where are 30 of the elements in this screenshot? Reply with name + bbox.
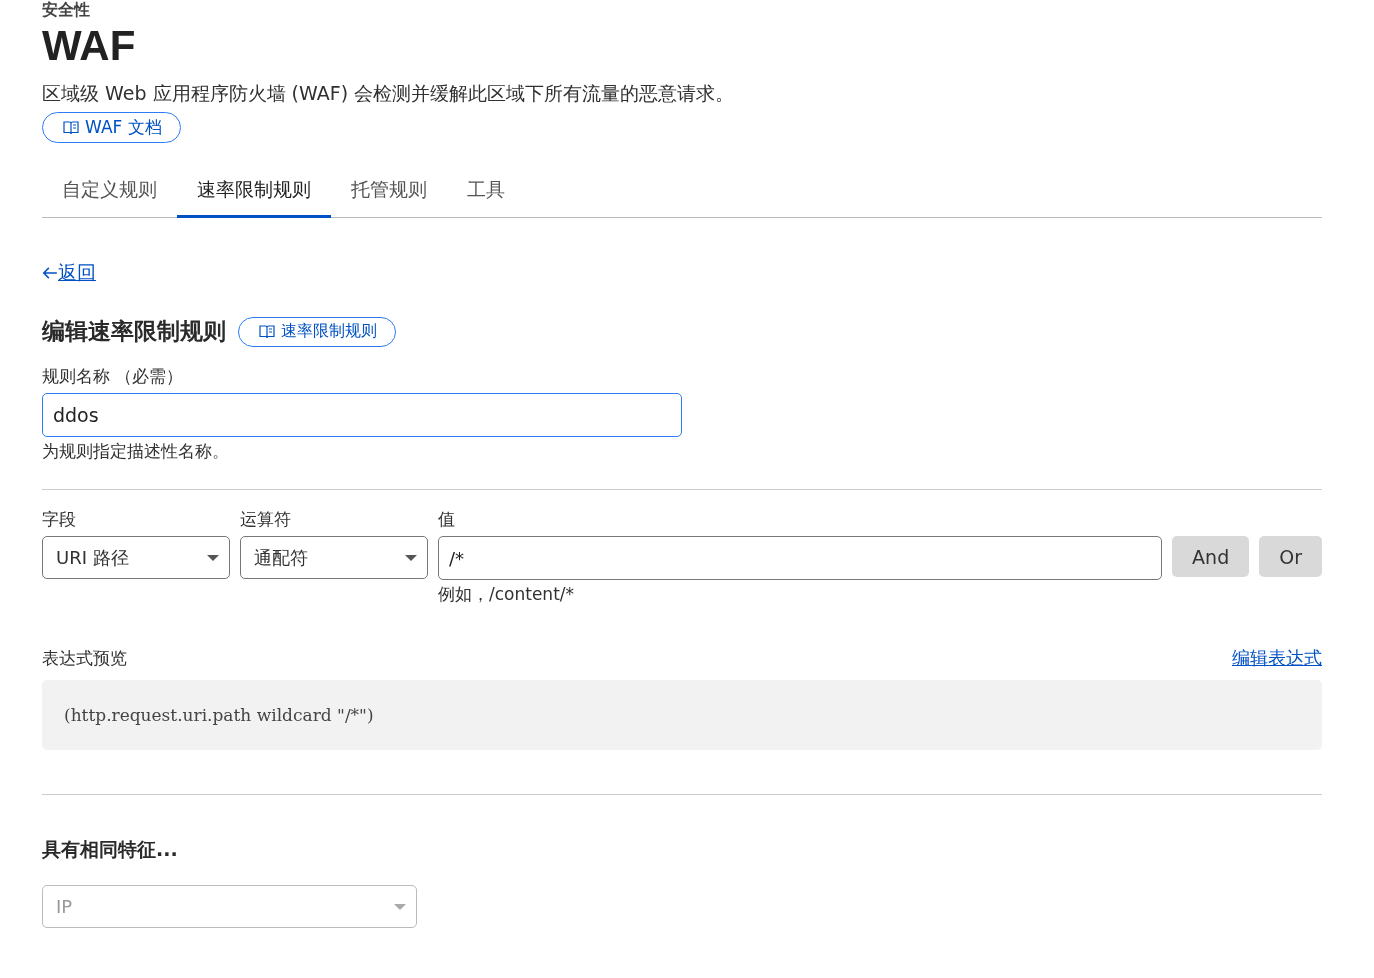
field-hint: 例如，/content/* bbox=[438, 583, 576, 606]
expression-preview: (http.request.uri.path wildcard "/*") bbox=[42, 680, 1322, 750]
rule-name-field[interactable]: ddos bbox=[42, 393, 682, 437]
tab[interactable]: 速率限制规则 bbox=[177, 177, 331, 218]
docs-button[interactable]: 速率限制规则 bbox=[238, 316, 396, 347]
logic-button[interactable]: Or bbox=[1259, 536, 1322, 577]
page-description: 区域级 Web 应用程序防火墙 (WAF) 会检测并缓解此区域下所有流量的恶意请求。 bbox=[42, 81, 736, 106]
field-label: 规则名称 （必需） bbox=[42, 365, 185, 387]
back-link[interactable]: 返回 bbox=[58, 260, 96, 286]
edit-expression-link[interactable]: 编辑表达式 bbox=[1232, 646, 1322, 670]
book-icon bbox=[63, 120, 79, 135]
section-title: 编辑速率限制规则 bbox=[42, 317, 226, 346]
preview-label: 表达式预览 bbox=[42, 646, 127, 670]
field-label: 运算符 bbox=[240, 508, 292, 530]
section-title: 具有相同特征... bbox=[42, 837, 179, 862]
operator-dropdown[interactable]: 通配符 bbox=[240, 536, 428, 579]
tab[interactable]: 托管规则 bbox=[331, 177, 447, 218]
tab[interactable]: 自定义规则 bbox=[42, 177, 177, 218]
tab[interactable]: 工具 bbox=[447, 177, 525, 218]
field-hint: 为规则指定描述性名称。 bbox=[42, 440, 230, 463]
logic-button[interactable]: And bbox=[1172, 536, 1250, 577]
field-dropdown[interactable]: URI 路径 bbox=[42, 536, 230, 579]
page-title: WAF bbox=[42, 24, 137, 68]
docs-button[interactable]: WAF 文档 bbox=[42, 112, 181, 143]
breadcrumb: 安全性 bbox=[42, 0, 91, 20]
back-arrow-icon bbox=[42, 266, 58, 280]
value-field[interactable]: /* bbox=[438, 536, 1163, 580]
field-label: 值 bbox=[438, 508, 456, 530]
book-icon bbox=[259, 324, 275, 339]
field-label: 字段 bbox=[42, 508, 77, 530]
